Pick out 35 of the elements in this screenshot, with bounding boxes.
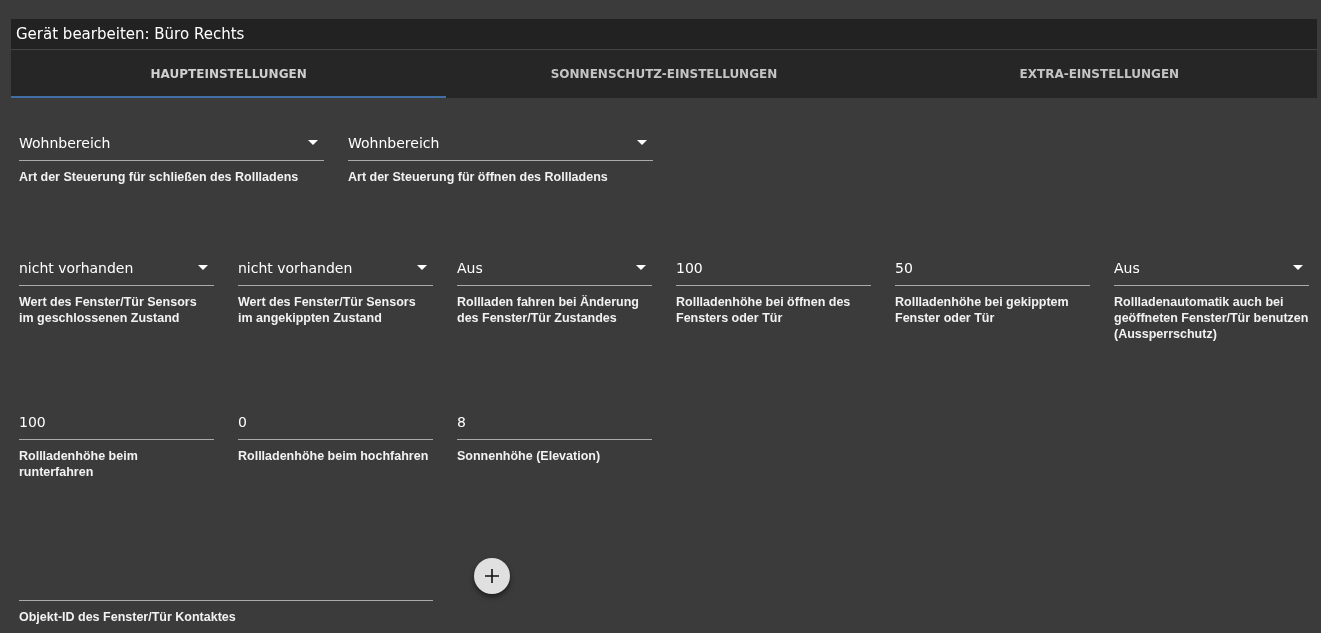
tab[interactable]: SONNENSCHUTZ-EINSTELLUNGEN: [446, 50, 882, 98]
helper-text: Rollladenhöhe bei gekipptem Fenster oder Tür: [895, 294, 1070, 326]
caret-icon: [417, 264, 427, 270]
tab[interactable]: EXTRA-EINSTELLUNGEN: [881, 50, 1317, 98]
caret-icon: [637, 139, 647, 145]
select-field[interactable]: Aus: [1114, 249, 1309, 286]
plus-icon: [484, 568, 500, 584]
helper-text: Rollladen fahren bei Änderung des Fenster/Tür Zustandes: [457, 294, 640, 326]
input-field[interactable]: 100: [676, 249, 871, 286]
helper-text: Art der Steuerung für schließen des Rollladens: [19, 169, 300, 185]
helper-text: Rollladenhöhe bei öffnen des Fensters oder Tür: [676, 294, 852, 326]
select-field[interactable]: Wohnbereich: [348, 124, 653, 161]
select-field[interactable]: nicht vorhanden: [19, 249, 214, 286]
dialog-title: Gerät bearbeiten: Büro Rechts: [11, 19, 1317, 50]
helper-text: Wert des Fenster/Tür Sensors im angekippten Zustand: [238, 294, 417, 326]
helper-text: Wert des Fenster/Tür Sensors im geschlossenen Zustand: [19, 294, 198, 326]
input-field[interactable]: 0: [238, 403, 433, 440]
select-field[interactable]: Wohnbereich: [19, 124, 324, 161]
helper-text: Objekt-ID des Fenster/Tür Kontaktes: [19, 609, 237, 625]
caret-icon: [1293, 264, 1303, 270]
caret-icon: [198, 264, 208, 270]
helper-text: Rollladenautomatik auch bei geöffneten Fenster/Tür benutzen (Aussperrschutz): [1114, 294, 1309, 342]
helper-text: Art der Steuerung für öffnen des Rollladens: [348, 169, 609, 185]
input-field[interactable]: 100: [19, 403, 214, 440]
tab[interactable]: HAUPTEINSTELLUNGEN: [11, 50, 447, 98]
caret-icon: [636, 264, 646, 270]
helper-text: Rollladenhöhe beim runterfahren: [19, 448, 139, 480]
input-field[interactable]: 50: [895, 249, 1090, 286]
caret-icon: [308, 139, 318, 145]
add-button[interactable]: [474, 558, 510, 594]
helper-text: Sonnenhöhe (Elevation): [457, 448, 602, 464]
helper-text: Rollladenhöhe beim hochfahren: [238, 448, 430, 464]
input-field[interactable]: 8: [457, 403, 652, 440]
select-field[interactable]: nicht vorhanden: [238, 249, 433, 286]
select-field[interactable]: Aus: [457, 249, 652, 286]
